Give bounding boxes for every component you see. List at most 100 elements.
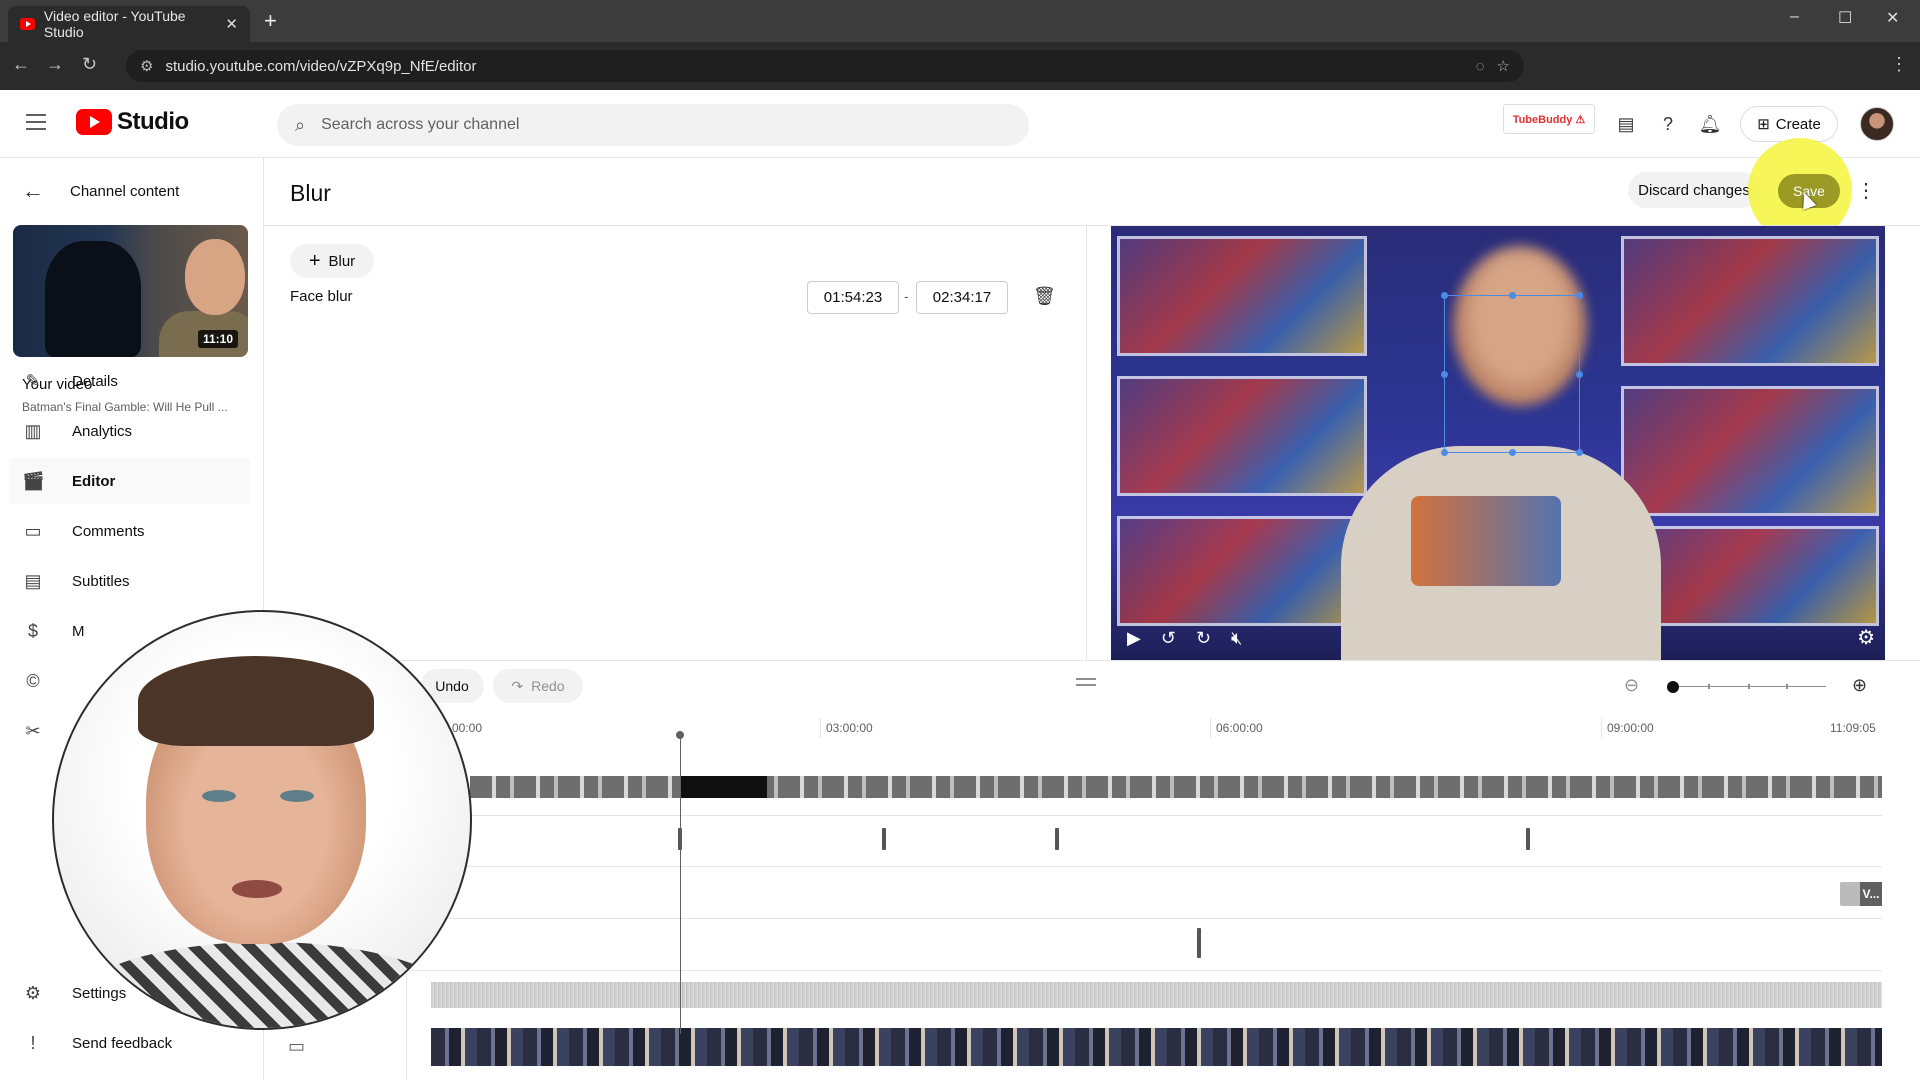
notifications-bell-icon[interactable]: 🔔︎ [1698,112,1722,136]
delete-blur-icon[interactable]: 🗑︎ [1033,286,1056,307]
browser-tab[interactable]: Video editor - YouTube Studio ✕ [8,6,250,42]
editor-icon: 🎬︎ [22,470,45,491]
zoom-in-icon[interactable]: ⊕ [1852,675,1867,696]
ruler-tick [1601,718,1602,738]
add-blur-button[interactable]: + Blur [290,244,374,278]
presenter-hair [138,656,374,746]
zoom-tick [1786,684,1788,689]
background-shelf [1117,516,1367,626]
audio-waveform-track[interactable] [431,982,1882,1008]
messages-icon[interactable]: ▤ [1614,112,1638,136]
resize-handle[interactable] [1576,371,1583,378]
panel-resize-handle[interactable] [1076,678,1096,686]
studio-header: Studio ⌕ Search across your channel Tube… [0,90,1920,158]
playhead[interactable] [680,734,681,1034]
presenter-shirt [76,942,456,1028]
reload-icon[interactable]: ↻ [82,54,97,75]
browser-toolbar: ← → ↻ ⚙ studio.youtube.com/video/vZPXq9p… [0,42,1920,114]
maximize-icon[interactable]: ☐ [1838,8,1852,28]
sidebar-item-comments[interactable]: ▭ Comments [10,508,250,554]
timeline-marker[interactable] [1055,828,1059,850]
help-icon[interactable]: ? [1656,112,1680,136]
menu-dots-icon[interactable]: ⋮ [1890,54,1908,75]
channel-content-back-link[interactable]: ← Channel content [22,178,179,204]
new-tab-button[interactable]: + [264,8,277,34]
create-button[interactable]: ⊞ Create [1740,106,1838,142]
track-divider [406,918,1882,919]
studio-logo[interactable]: Studio [76,108,189,136]
back-icon[interactable]: ← [12,54,30,75]
ruler-tick [1210,718,1211,738]
address-bar[interactable]: ⚙ studio.youtube.com/video/vZPXq9p_NfE/e… [126,50,1524,82]
sidebar-item-label: Editor [72,472,116,490]
resize-handle[interactable] [1576,292,1583,299]
forward-icon[interactable]: → [46,54,64,75]
resize-handle[interactable] [1509,292,1516,299]
background-shelf [1117,236,1367,356]
resize-handle[interactable] [1441,292,1448,299]
playhead-handle[interactable] [676,731,684,739]
sidebar-item-analytics[interactable]: ▥ Analytics [10,408,250,454]
redo-button[interactable]: ↷ Redo [493,669,583,703]
hamburger-menu-icon[interactable] [26,114,46,130]
resize-handle[interactable] [1441,371,1448,378]
timeline-marker[interactable] [1197,928,1201,958]
redo-label: Redo [531,678,565,694]
comments-icon: ▭ [24,520,42,541]
presenter-eye [202,790,236,802]
create-plus-icon: ⊞ [1757,116,1770,133]
bookmark-star-icon[interactable]: ☆ [1497,57,1510,75]
blur-start-time-input[interactable]: 01:54:23 [807,281,899,314]
zoom-slider[interactable] [1668,686,1826,687]
plus-icon: + [308,249,321,272]
tab-title: Video editor - YouTube Studio [43,8,186,40]
sidebar-item-details[interactable]: ✎ Details [10,358,250,404]
eye-off-icon[interactable]: ◌ [1476,58,1485,75]
sidebar-item-label: M [72,622,85,640]
blur-end-time-input[interactable]: 02:34:17 [916,281,1008,314]
more-options-icon[interactable]: ⋮ [1856,178,1876,203]
player-controls: ▶ ↺ ↻ 🔇︎ [1111,616,1885,660]
background-shelf [1621,236,1879,366]
ruler-tick [820,718,821,738]
video-track-icon: ▭ [288,1036,306,1056]
window-close-icon[interactable]: ✕ [1886,8,1899,28]
resize-handle[interactable] [1509,449,1516,456]
site-settings-icon[interactable]: ⚙ [140,57,153,75]
resize-handle[interactable] [1576,449,1583,456]
tubebuddy-button[interactable]: TubeBuddy ⚠ [1503,104,1595,134]
video-filmstrip-track[interactable] [431,1028,1882,1066]
sidebar-item-label: Details [72,372,118,390]
player-settings-gear-icon[interactable]: ⚙ [1857,625,1875,650]
zoom-slider-knob[interactable] [1667,681,1679,693]
minimize-icon[interactable]: – [1790,8,1799,26]
mute-icon[interactable]: 🔇︎ [1231,628,1242,649]
discard-changes-button[interactable]: Discard changes [1628,172,1760,208]
selected-blur-segment[interactable] [681,776,767,798]
video-preview[interactable]: ▶ ↺ ↻ 🔇︎ ⚙ [1111,226,1885,660]
forward-10-icon[interactable]: ↻ [1196,628,1211,649]
end-screen-tag[interactable]: V... [1860,882,1882,906]
resize-handle[interactable] [1441,449,1448,456]
monetization-icon: $ [27,620,38,641]
video-thumbnail[interactable]: 11:10 [13,225,248,357]
ruler-label: 09:00:00 [1607,721,1654,735]
sidebar-item-editor[interactable]: 🎬︎ Editor [10,458,250,504]
rewind-10-icon[interactable]: ↺ [1161,628,1176,649]
play-icon[interactable]: ▶ [1127,628,1141,649]
tab-close-icon[interactable]: ✕ [225,15,238,33]
background-shelf [1621,386,1879,516]
presenter-webcam-overlay [52,610,472,1030]
account-avatar[interactable] [1860,107,1894,141]
background-shelf [1117,376,1367,496]
timeline-marker[interactable] [1526,828,1530,850]
shirt-print [1411,496,1561,586]
url-text: studio.youtube.com/video/vZPXq9p_NfE/edi… [165,57,477,75]
channel-search-input[interactable]: ⌕ Search across your channel [277,104,1029,146]
panel-divider [1086,226,1087,660]
blur-region-box[interactable] [1441,292,1583,456]
timeline-marker[interactable] [882,828,886,850]
sidebar-item-subtitles[interactable]: ▤ Subtitles [10,558,250,604]
ruler-label: 03:00:00 [826,721,873,735]
zoom-out-icon[interactable]: ⊖ [1624,675,1639,696]
